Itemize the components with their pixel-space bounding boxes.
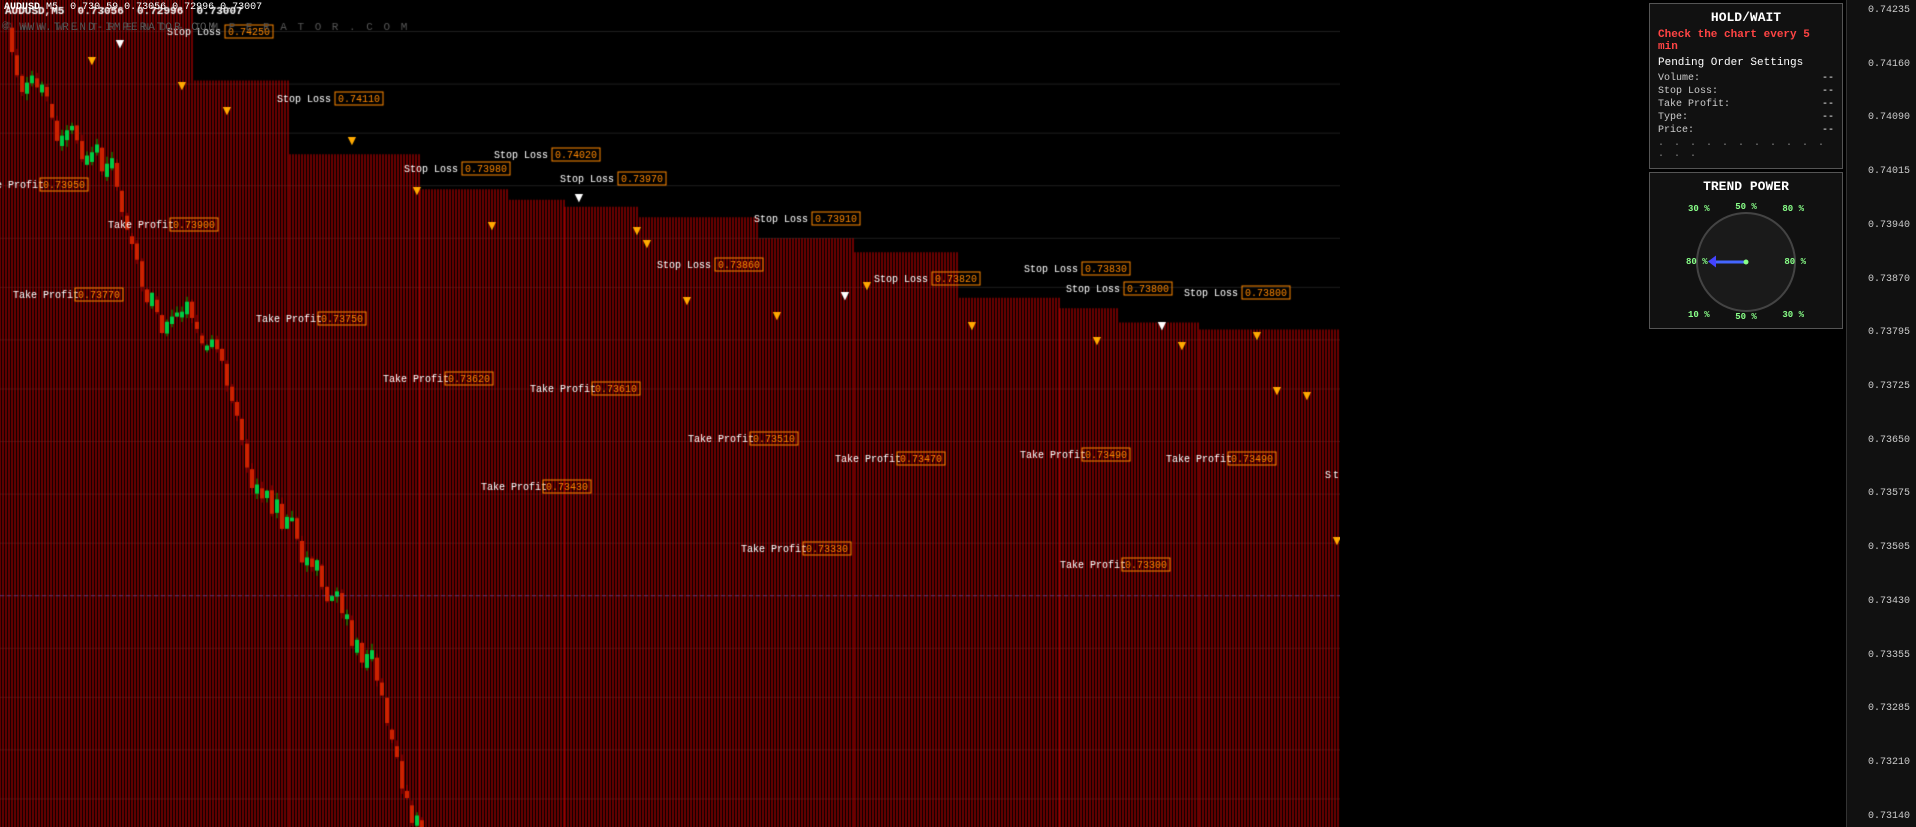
price-tick: 0.73725 (1849, 381, 1914, 392)
compass-label-right: 80 % (1784, 257, 1806, 267)
price-info: 0.730.59 0.73056 0.72996 0.73007 (64, 2, 262, 13)
type-label: Type: (1658, 112, 1688, 123)
price-tick: 0.73505 (1849, 542, 1914, 553)
compass-label-bottomleft: 10 % (1688, 310, 1710, 320)
price-tick: 0.73940 (1849, 220, 1914, 231)
price-tick: 0.73210 (1849, 757, 1914, 768)
volume-value: -- (1822, 73, 1834, 84)
stoploss-value: -- (1822, 86, 1834, 97)
takeprofit-value: -- (1822, 99, 1834, 110)
price-tick: 0.73140 (1849, 811, 1914, 822)
watermark: © WWW.TREND-IMPERATOR.COM (2, 22, 217, 34)
type-value: -- (1822, 112, 1834, 123)
price-tick: 0.73795 (1849, 327, 1914, 338)
hold-wait-panel: HOLD/WAIT Check the chart every 5 min Pe… (1649, 3, 1843, 169)
trend-power-panel: TREND POWER 80 % 50 % 30 % 80 % 80 % 30 … (1649, 172, 1843, 329)
price-tick: 0.73430 (1849, 596, 1914, 607)
right-panels: HOLD/WAIT Check the chart every 5 min Pe… (1646, 0, 1846, 827)
compass-label-topleft: 30 % (1688, 204, 1710, 214)
price-tick: 0.73355 (1849, 650, 1914, 661)
compass-arrow (1714, 261, 1746, 264)
volume-label: Volume: (1658, 73, 1700, 84)
price-tick: 0.74160 (1849, 59, 1914, 70)
stoploss-label: Stop Loss: (1658, 86, 1718, 97)
price-tick: 0.73285 (1849, 703, 1914, 714)
price-tick: 0.74015 (1849, 166, 1914, 177)
hold-wait-title: HOLD/WAIT (1658, 10, 1834, 25)
price-value: -- (1822, 125, 1834, 136)
compass-label-left: 80 % (1686, 257, 1708, 267)
trend-power-title: TREND POWER (1658, 179, 1834, 194)
compass-label-bottomright: 30 % (1782, 310, 1804, 320)
takeprofit-label: Take Profit: (1658, 99, 1730, 110)
price-axis: 0.74235 0.74160 0.74090 0.74015 0.73940 0.738… (1846, 0, 1916, 827)
compass-label-topright: 80 % (1782, 204, 1804, 214)
chart-container: AUDUSD M5 0.730.59 0.73056 0.72996 0.730… (0, 0, 1340, 827)
compass-container: 80 % 50 % 30 % 80 % 80 % 30 % 50 % 10 % (1686, 202, 1806, 322)
price-label: Price: (1658, 125, 1694, 136)
chart-top-info: AUDUSD M5 0.730.59 0.73056 0.72996 0.730… (4, 2, 262, 13)
compass-center-dot (1744, 260, 1749, 265)
price-tick: 0.73575 (1849, 488, 1914, 499)
dashes-decoration: · · · · · · · · · · · · · · (1658, 140, 1834, 162)
timeframe-label: M5 (46, 2, 58, 13)
compass-label-top: 50 % (1735, 202, 1757, 212)
symbol-label: AUDUSD (4, 2, 40, 13)
price-tick: 0.74235 (1849, 5, 1914, 16)
price-tick: 0.73650 (1849, 435, 1914, 446)
compass-label-bottom: 50 % (1735, 312, 1757, 322)
pending-order-title: Pending Order Settings (1658, 57, 1834, 69)
alert-text: Check the chart every 5 min (1658, 29, 1834, 53)
price-tick: 0.74090 (1849, 112, 1914, 123)
price-tick: 0.73870 (1849, 274, 1914, 285)
